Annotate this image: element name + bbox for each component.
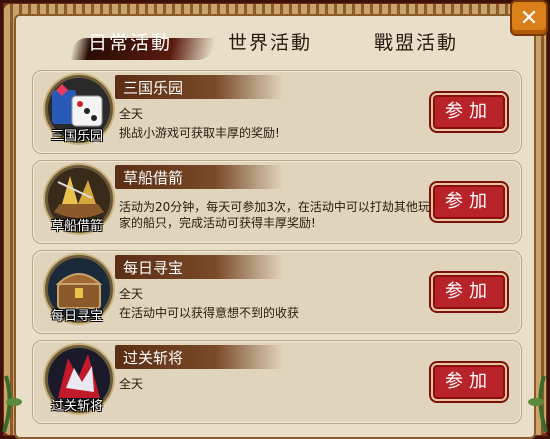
activity-title: 过关斩将 xyxy=(123,349,184,367)
title-bar: 三国乐园 xyxy=(115,75,283,99)
icon-label: 三国乐园 xyxy=(50,129,103,144)
activity-title: 三国乐园 xyxy=(123,79,184,97)
activity-time: 全天 xyxy=(119,377,144,391)
activity-card: 过关斩将 过关斩将 全天 参加 xyxy=(32,340,522,424)
title-bar: 过关斩将 xyxy=(115,345,283,369)
close-button[interactable]: ✕ xyxy=(510,0,548,36)
tab-daily[interactable]: 日常活動 xyxy=(88,28,172,55)
activity-card: 每日寻宝 每日寻宝 全天 在活动中可以获得意想不到的收获 参加 xyxy=(32,250,522,334)
icon-label: 草船借箭 xyxy=(50,219,103,234)
activity-time: 全天 xyxy=(119,107,144,121)
join-button[interactable]: 参加 xyxy=(431,273,507,311)
activity-card: 三国乐园 三国乐园 全天 挑战小游戏可获取丰厚的奖励! 参加 xyxy=(32,70,522,154)
activity-desc: 挑战小游戏可获取丰厚的奖励! xyxy=(119,126,280,140)
title-bar: 草船借箭 xyxy=(115,165,283,189)
tab-world[interactable]: 世界活動 xyxy=(228,28,312,55)
join-button[interactable]: 参加 xyxy=(431,93,507,131)
icon-label: 每日寻宝 xyxy=(50,309,103,324)
activity-time: 全天 xyxy=(119,287,144,301)
activity-desc: 在活动中可以获得意想不到的收获 xyxy=(119,306,300,320)
activity-card: 草船借箭 草船借箭 活动为20分钟，每天可参加3次，在活动中可以打劫其他玩家的船… xyxy=(32,160,522,244)
vine-decoration-icon xyxy=(528,375,548,432)
activity-panel: 日常活動 世界活動 戰盟活動 三国乐园 三国乐园 全天 挑战小游戏可获取丰厚的奖… xyxy=(14,14,536,439)
activity-title: 草船借箭 xyxy=(123,169,184,187)
close-icon: ✕ xyxy=(519,5,539,31)
tab-alliance[interactable]: 戰盟活動 xyxy=(374,28,458,55)
join-button[interactable]: 参加 xyxy=(431,363,507,401)
activity-desc: 活动为20分钟，每天可参加3次，在活动中可以打劫其他玩家的船只，完成活动可获得丰… xyxy=(119,200,430,230)
title-bar: 每日寻宝 xyxy=(115,255,283,279)
join-button[interactable]: 参加 xyxy=(431,183,507,221)
tab-bar: 日常活動 世界活動 戰盟活動 xyxy=(14,28,536,62)
vine-decoration-icon xyxy=(2,375,22,432)
window-frame: 日常活動 世界活動 戰盟活動 三国乐园 三国乐园 全天 挑战小游戏可获取丰厚的奖… xyxy=(0,0,550,439)
icon-label: 过关斩将 xyxy=(50,399,103,414)
activity-title: 每日寻宝 xyxy=(123,259,184,277)
